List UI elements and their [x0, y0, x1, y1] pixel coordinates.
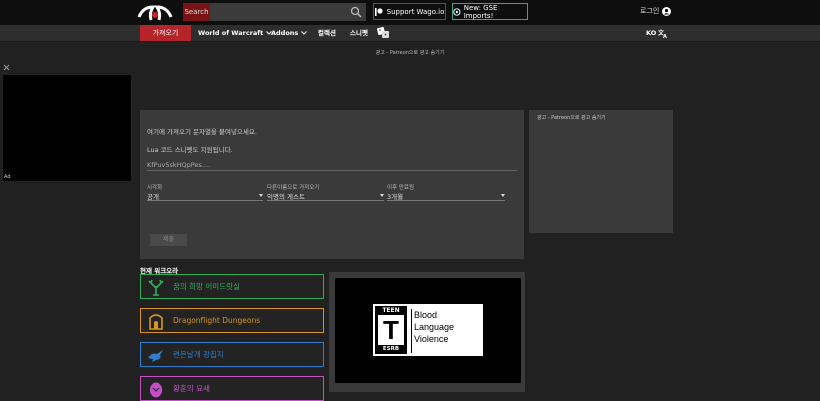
user-icon	[662, 6, 672, 16]
search-input[interactable]	[210, 3, 366, 21]
support-label: Support Wago.io	[386, 7, 445, 16]
nav-collections[interactable]: 컬렉션	[318, 25, 336, 41]
ad-banner-right[interactable]	[529, 110, 673, 233]
category-twilight[interactable]: 황혼의 묘새	[140, 376, 324, 401]
nav-bar	[0, 25, 820, 42]
nav-world-of-warcraft[interactable]: World of Warcraft	[198, 25, 273, 41]
gse-imports-button[interactable]: New: GSE Imports!	[452, 3, 528, 20]
support-wago-button[interactable]: Support Wago.io	[373, 3, 446, 20]
visibility-value: 공개	[147, 192, 159, 201]
nav-snippets-label: 스니펫	[350, 29, 368, 37]
esrb-rating-text: TEEN	[382, 307, 400, 314]
ad-hide-link-side[interactable]: 광고 - Patreon으로 광고 숨기기	[537, 114, 606, 121]
esrb-brand: ESRB	[382, 346, 400, 352]
import-string-input[interactable]: KfPuv5skHQpPes....	[147, 161, 517, 171]
category-dragonriding[interactable]: 련은날개 광칩지	[140, 342, 324, 367]
esrb-rating-card: TEEN T ESRB Blood Language Violence	[373, 304, 483, 356]
ad-banner-left[interactable]	[3, 75, 131, 181]
dropdown-arrow-icon	[380, 194, 384, 197]
import-hint: 여기에 가져오기 문자열을 붙여넣으세요.	[147, 128, 257, 136]
category-label: 황혼의 묘새	[173, 384, 210, 393]
esrb-descriptor: Blood	[414, 310, 438, 320]
egg-icon	[150, 382, 162, 397]
category-dragonflight-dungeons[interactable]: Dragonflight Dungeons	[140, 308, 324, 333]
import-as-select[interactable]: 익명의 게스트	[267, 191, 384, 201]
translate-icon: 文A	[658, 29, 667, 38]
category-label: Dragonflight Dungeons	[173, 316, 261, 325]
lua-hint: Lua 코드 스니펫도 지원됩니다.	[147, 146, 233, 154]
category-emerald-dream[interactable]: 꿈의 희망 어미드랏실	[140, 274, 324, 299]
language-selector[interactable]: KO 文A	[646, 25, 668, 41]
patreon-icon	[374, 7, 383, 16]
nav-import-tab[interactable]: 가져오기	[140, 25, 191, 41]
esrb-rating-badge: TEEN T ESRB	[375, 306, 407, 354]
nav-addons[interactable]: Addons	[271, 25, 308, 41]
login-link[interactable]: 로그인	[640, 6, 672, 16]
esrb-letter: T	[378, 315, 404, 345]
ad-tag: Ad	[4, 174, 11, 180]
category-label: 꿈의 희망 어미드랏실	[173, 282, 240, 291]
expire-select[interactable]: 3개월	[387, 191, 505, 201]
close-icon[interactable]	[3, 64, 10, 71]
visibility-select[interactable]: 공개	[147, 191, 263, 201]
expire-value: 3개월	[387, 192, 404, 201]
login-label: 로그인	[640, 7, 660, 15]
gse-label: New: GSE Imports!	[463, 3, 498, 20]
search-label: Search	[183, 3, 210, 21]
category-label: 련은날개 광칩지	[173, 350, 224, 359]
tree-icon	[148, 279, 164, 296]
dragon-icon	[148, 349, 163, 362]
dice-icon[interactable]	[377, 27, 390, 39]
import-as-value: 익명의 게스트	[267, 192, 305, 201]
esrb-descriptor: Violence	[414, 334, 449, 344]
esrb-descriptor: Language	[414, 322, 455, 332]
svg-text:A: A	[663, 34, 667, 38]
nav-wow-label: World of Warcraft	[198, 29, 264, 37]
dropdown-arrow-icon	[501, 194, 505, 197]
ad-hide-link-top[interactable]: 광고 - Patreon으로 광고 숨기기	[0, 49, 820, 56]
gse-icon	[453, 7, 461, 16]
nav-addons-label: Addons	[271, 29, 299, 37]
submit-button[interactable]: 제출	[150, 234, 187, 246]
search-icon[interactable]	[350, 6, 362, 18]
dropdown-arrow-icon	[259, 194, 263, 197]
chevron-down-icon	[301, 31, 308, 35]
dungeon-icon	[149, 313, 163, 330]
nav-collections-label: 컬렉션	[318, 29, 336, 37]
wago-logo-icon[interactable]	[137, 3, 173, 22]
nav-snippets[interactable]: 스니펫	[350, 25, 368, 41]
language-label: KO	[646, 29, 657, 37]
esrb-descriptors: Blood Language Violence	[411, 309, 481, 353]
